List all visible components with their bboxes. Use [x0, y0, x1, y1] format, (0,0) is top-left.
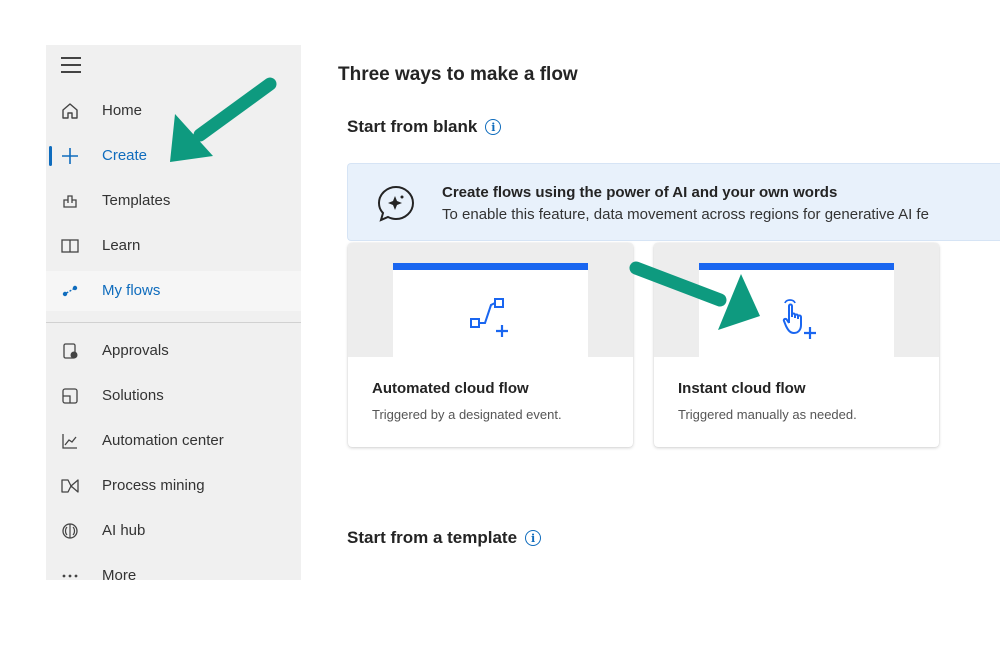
sidebar-item-my-flows[interactable]: My flows	[46, 271, 301, 311]
sidebar-item-label: AI hub	[102, 522, 146, 539]
sidebar-item-label: My flows	[102, 282, 161, 299]
approvals-icon	[60, 341, 80, 361]
process-mining-icon	[60, 476, 80, 496]
chart-icon	[60, 431, 80, 451]
more-icon	[60, 566, 80, 580]
card-title: Automated cloud flow	[372, 380, 529, 397]
home-icon	[60, 101, 80, 121]
sidebar-item-solutions[interactable]: Solutions	[46, 376, 301, 416]
sidebar-item-label: Templates	[102, 192, 171, 209]
automated-cloud-flow-card[interactable]: Automated cloud flow Triggered by a desi…	[348, 243, 633, 447]
automated-flow-icon	[470, 298, 508, 337]
sidebar-item-learn[interactable]: Learn	[46, 226, 301, 266]
sidebar-item-label: Automation center	[102, 432, 224, 449]
card-preview	[654, 243, 939, 357]
sidebar-item-create[interactable]: Create	[46, 136, 301, 176]
ai-hub-icon	[60, 521, 80, 541]
info-icon[interactable]: i	[485, 119, 502, 135]
flow-icon	[60, 281, 80, 301]
sidebar-item-label: Solutions	[102, 387, 164, 404]
sidebar-item-approvals[interactable]: Approvals	[46, 331, 301, 371]
ai-banner[interactable]: Create flows using the power of AI and y…	[347, 163, 1000, 241]
page-title: Three ways to make a flow	[338, 64, 578, 85]
left-navigation: Home Create Templates Learn My flows App…	[46, 45, 301, 580]
card-preview-sheet	[699, 263, 894, 357]
ai-banner-description: To enable this feature, data movement ac…	[442, 206, 929, 223]
card-preview-sheet	[393, 263, 588, 357]
sidebar-item-templates[interactable]: Templates	[46, 181, 301, 221]
sidebar-item-home[interactable]: Home	[46, 91, 301, 131]
card-preview-bar	[699, 263, 894, 270]
card-subtitle: Triggered manually as needed.	[678, 407, 857, 422]
card-title: Instant cloud flow	[678, 380, 806, 397]
sidebar-item-automation-center[interactable]: Automation center	[46, 421, 301, 461]
card-preview-bar	[393, 263, 588, 270]
ai-chat-icon	[377, 185, 415, 222]
section-title: Start from a template	[347, 528, 518, 547]
card-preview	[348, 243, 633, 357]
sidebar-item-more[interactable]: More	[46, 556, 301, 580]
section-start-from-template: Start from a template i	[347, 528, 542, 548]
info-icon[interactable]: i	[525, 530, 542, 546]
book-icon	[60, 236, 80, 256]
sidebar-divider	[46, 322, 301, 323]
instant-cloud-flow-card[interactable]: Instant cloud flow Triggered manually as…	[654, 243, 939, 447]
templates-icon	[60, 191, 80, 211]
plus-icon	[60, 146, 80, 166]
touch-hand-icon	[782, 299, 816, 339]
sidebar-item-label: More	[102, 567, 137, 580]
card-subtitle: Triggered by a designated event.	[372, 407, 562, 422]
sidebar-item-label: Home	[102, 102, 143, 119]
sidebar-item-ai-hub[interactable]: AI hub	[46, 511, 301, 551]
sidebar-item-label: Create	[102, 147, 148, 164]
section-title: Start from blank	[347, 117, 478, 136]
hamburger-menu-icon[interactable]	[61, 57, 81, 73]
solutions-icon	[60, 386, 80, 406]
sidebar-item-label: Process mining	[102, 477, 205, 494]
sidebar-item-process-mining[interactable]: Process mining	[46, 466, 301, 506]
active-indicator	[49, 146, 52, 166]
sidebar-item-label: Learn	[102, 237, 141, 254]
ai-banner-headline: Create flows using the power of AI and y…	[442, 184, 838, 201]
sidebar-item-label: Approvals	[102, 342, 169, 359]
section-start-from-blank: Start from blank i	[347, 117, 502, 137]
